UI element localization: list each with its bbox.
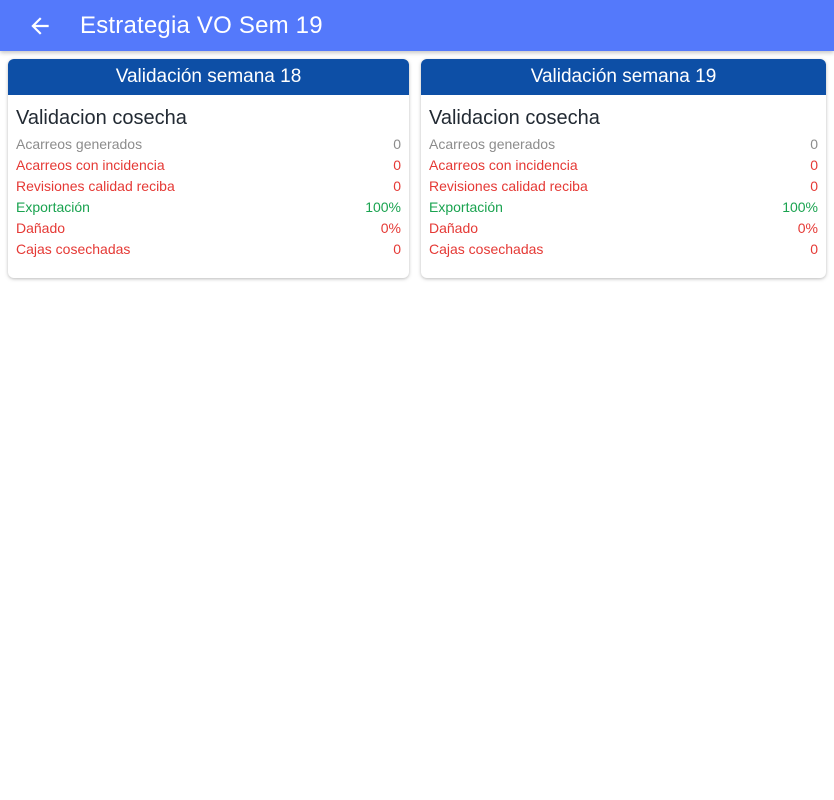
metric-row-revisiones-calidad: Revisiones calidad reciba 0	[429, 175, 818, 196]
metric-value: 0	[810, 240, 818, 257]
metric-label: Acarreos con incidencia	[429, 156, 578, 173]
metric-value: 0	[393, 177, 401, 194]
metric-label: Exportación	[429, 198, 503, 215]
page-title: Estrategia VO Sem 19	[80, 12, 323, 39]
card-body: Validacion cosecha Acarreos generados 0 …	[421, 95, 826, 259]
metric-label: Revisiones calidad reciba	[429, 177, 588, 194]
metric-value: 0	[393, 135, 401, 152]
arrow-back-icon	[31, 17, 49, 35]
metric-label: Dañado	[16, 219, 66, 236]
metric-row-acarreos-incidencia: Acarreos con incidencia 0	[429, 154, 818, 175]
metric-row-acarreos-generados: Acarreos generados 0	[16, 133, 401, 154]
metric-value: 100%	[365, 198, 401, 215]
metric-label: Revisiones calidad reciba	[16, 177, 175, 194]
metric-row-danado: Dañado 0%	[429, 217, 818, 238]
card-header: Validación semana 18	[8, 59, 409, 95]
metric-value: 0	[393, 240, 401, 257]
metric-row-danado: Dañado 0%	[16, 217, 401, 238]
metric-row-revisiones-calidad: Revisiones calidad reciba 0	[16, 175, 401, 196]
section-title: Validacion cosecha	[16, 107, 187, 129]
metric-value: 0	[810, 177, 818, 194]
metric-label: Cajas cosechadas	[429, 240, 544, 257]
metric-row-exportacion: Exportación 100%	[429, 196, 818, 217]
metric-row-exportacion: Exportación 100%	[16, 196, 401, 217]
metric-row-acarreos-incidencia: Acarreos con incidencia 0	[16, 154, 401, 175]
metric-value: 100%	[782, 198, 818, 215]
metric-value: 0	[810, 156, 818, 173]
section-title: Validacion cosecha	[429, 107, 600, 129]
metric-row-cajas-cosechadas: Cajas cosechadas 0	[16, 238, 401, 259]
app-bar: Estrategia VO Sem 19	[0, 0, 834, 51]
metric-label: Acarreos generados	[429, 135, 556, 152]
metric-label: Acarreos generados	[16, 135, 143, 152]
metric-label: Cajas cosechadas	[16, 240, 131, 257]
week-19-validation-card: Validación semana 19 Validacion cosecha …	[421, 59, 826, 278]
week-18-validation-card: Validación semana 18 Validacion cosecha …	[8, 59, 409, 278]
card-header: Validación semana 19	[421, 59, 826, 95]
metric-label: Dañado	[429, 219, 479, 236]
back-button[interactable]	[16, 2, 64, 50]
metric-label: Exportación	[16, 198, 90, 215]
metric-value: 0%	[797, 219, 818, 236]
metric-label: Acarreos con incidencia	[16, 156, 165, 173]
metric-value: 0	[393, 156, 401, 173]
metric-row-cajas-cosechadas: Cajas cosechadas 0	[429, 238, 818, 259]
metric-value: 0%	[380, 219, 401, 236]
card-body: Validacion cosecha Acarreos generados 0 …	[8, 95, 409, 259]
metric-value: 0	[810, 135, 818, 152]
metric-row-acarreos-generados: Acarreos generados 0	[429, 133, 818, 154]
